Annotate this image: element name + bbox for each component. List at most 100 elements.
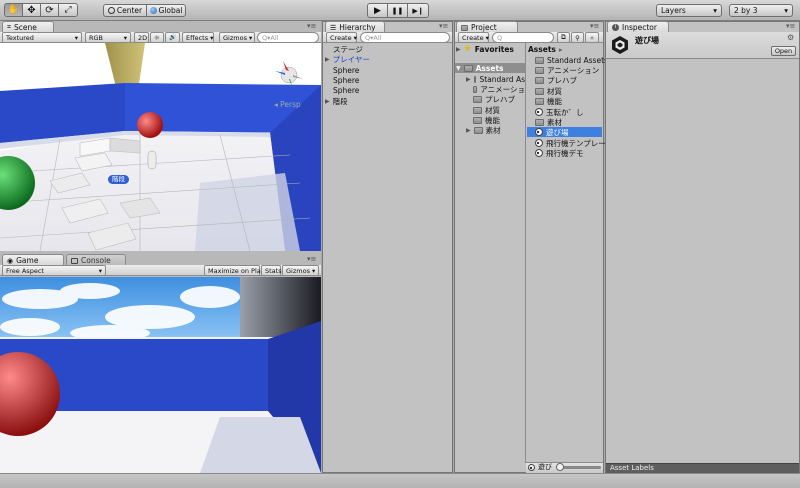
hierarchy-item[interactable]: ステージ xyxy=(333,44,363,54)
expand-arrow-icon[interactable]: ▶ xyxy=(466,76,471,83)
breadcrumb-assets[interactable]: Assets xyxy=(528,45,556,54)
project-file-item[interactable]: Standard Assets xyxy=(535,55,608,65)
gear-icon[interactable]: ⚙ xyxy=(787,33,794,42)
open-button[interactable]: Open xyxy=(771,46,796,56)
favorites-item[interactable]: ▶ ★ Favorites xyxy=(456,44,514,54)
project-file-item[interactable]: 材質 xyxy=(535,86,562,96)
tree-folder-item[interactable]: ▶ Standard As xyxy=(466,74,525,84)
search-by-label-button[interactable]: ⚲ xyxy=(571,32,584,43)
project-file-item[interactable]: 玉転か゛し xyxy=(535,107,584,117)
tree-folder-label: アニメーショ xyxy=(480,84,525,94)
mode-2d-toggle[interactable]: 2D xyxy=(134,32,149,43)
open-button-label: Open xyxy=(774,47,793,55)
hierarchy-item[interactable]: Sphere xyxy=(333,75,359,85)
hierarchy-item[interactable]: ▶ プレイヤー xyxy=(325,54,370,64)
hierarchy-item[interactable]: ▶ 階段 xyxy=(325,96,348,106)
project-file-item[interactable]: 飛行機デモ xyxy=(535,148,584,158)
console-icon xyxy=(71,257,78,264)
render-mode-dropdown[interactable]: Textured ▾ xyxy=(2,32,82,43)
inspector-panel-menu-icon[interactable]: ▾≡ xyxy=(786,22,795,30)
project-search-input[interactable]: Q xyxy=(492,32,554,43)
chevron-down-icon: ▾ xyxy=(311,266,316,275)
project-file-item[interactable]: 機能 xyxy=(535,96,562,106)
pivot-space-button[interactable]: Global xyxy=(146,4,186,17)
hierarchy-create-dropdown[interactable]: Create ▾ xyxy=(326,32,357,43)
scale-tool-button[interactable]: ⤢ xyxy=(58,3,78,17)
folder-icon xyxy=(473,75,477,83)
asset-labels-title: Asset Labels xyxy=(610,464,654,472)
hierarchy-search-placeholder: Q▾All xyxy=(365,33,382,42)
audio-toggle[interactable]: 🔊 xyxy=(165,32,180,43)
collapse-arrow-icon[interactable]: ▼ xyxy=(456,65,461,72)
hierarchy-item[interactable]: Sphere xyxy=(333,85,359,95)
hierarchy-item-label: プレイヤー xyxy=(332,54,370,64)
pause-button[interactable]: ❚❚ xyxy=(387,3,408,18)
play-icon: ▶ xyxy=(374,5,381,16)
scene-tab-icon: ⌗ xyxy=(7,23,11,31)
step-button[interactable]: ▶❙ xyxy=(407,3,429,18)
icon-size-slider-knob[interactable] xyxy=(556,463,564,471)
pivot-mode-button[interactable]: Center xyxy=(103,4,147,17)
expand-arrow-icon[interactable]: ▶ xyxy=(325,98,330,105)
tree-folder-item[interactable]: プレハブ xyxy=(473,94,515,104)
layers-dropdown[interactable]: Layers ▾ xyxy=(656,4,722,17)
expand-arrow-icon[interactable]: ▶ xyxy=(456,46,461,53)
folder-icon xyxy=(535,97,544,105)
move-tool-button[interactable]: ✥ xyxy=(22,3,41,17)
tree-folder-item[interactable]: アニメーショ xyxy=(473,84,525,94)
project-file-item[interactable]: 飛行機テンプレー xyxy=(535,138,606,148)
project-file-item[interactable]: アニメーション xyxy=(535,65,599,75)
color-mode-dropdown[interactable]: RGB ▾ xyxy=(85,32,131,43)
aspect-dropdown[interactable]: Free Aspect ▾ xyxy=(2,265,106,276)
hierarchy-icon: ☰ xyxy=(330,23,337,32)
project-create-dropdown[interactable]: Create ▾ xyxy=(458,32,489,43)
lighting-toggle[interactable]: ☼ xyxy=(150,32,164,43)
tree-folder-item[interactable]: ▶ 素材 xyxy=(466,125,501,135)
folder-icon xyxy=(473,116,482,124)
expand-arrow-icon[interactable]: ▶ xyxy=(325,56,330,63)
scene-gizmos-dropdown[interactable]: Gizmos ▾ xyxy=(219,32,255,43)
star-icon: ★ xyxy=(589,33,595,42)
inspector-asset-name: 遊び場 xyxy=(635,36,659,45)
layout-dropdown[interactable]: 2 by 3 ▾ xyxy=(729,4,793,17)
hierarchy-item-label: Sphere xyxy=(333,75,360,85)
folder-icon xyxy=(463,64,473,72)
tree-folder-item[interactable]: 材質 xyxy=(473,105,500,115)
project-file-item-selected[interactable]: 遊び場 xyxy=(527,127,602,137)
create-label: Create xyxy=(462,33,484,42)
hierarchy-item[interactable]: Sphere xyxy=(333,65,359,75)
tree-folder-item[interactable]: 機能 xyxy=(473,115,500,125)
project-file-item[interactable]: プレハブ xyxy=(535,75,577,85)
game-gizmos-dropdown[interactable]: Gizmos ▾ xyxy=(282,265,319,276)
scene-panel-menu-icon[interactable]: ▾≡ xyxy=(307,22,316,30)
chevron-down-icon: ▾ xyxy=(353,33,357,42)
move-tool-icon: ✥ xyxy=(27,4,36,16)
scene-search-input[interactable]: Q▾All xyxy=(257,32,319,43)
game-viewport[interactable] xyxy=(0,277,321,473)
search-by-type-button[interactable]: ⧉ xyxy=(557,32,570,43)
rotate-tool-icon: ⟳ xyxy=(45,4,54,16)
project-panel-menu-icon[interactable]: ▾≡ xyxy=(590,22,599,30)
play-button[interactable]: ▶ xyxy=(367,3,388,18)
breadcrumb: Assets ▸ xyxy=(528,44,563,54)
chevron-down-icon: ▾ xyxy=(784,6,788,15)
maximize-on-play-toggle[interactable]: Maximize on Play xyxy=(204,265,265,276)
unity-scene-icon xyxy=(535,108,543,116)
stats-toggle[interactable]: Stats xyxy=(261,265,282,276)
effects-dropdown[interactable]: Effects ▾ xyxy=(182,32,214,43)
rotate-tool-button[interactable]: ⟳ xyxy=(40,3,59,17)
hand-tool-button[interactable]: ✋ xyxy=(4,3,23,17)
hierarchy-item-label: Sphere xyxy=(333,85,360,95)
hierarchy-panel-menu-icon[interactable]: ▾≡ xyxy=(439,22,448,30)
project-splitter[interactable] xyxy=(525,43,526,463)
game-panel-menu-icon[interactable]: ▾≡ xyxy=(307,255,316,263)
favorite-search-button[interactable]: ★ xyxy=(585,32,599,43)
scene-viewport[interactable] xyxy=(0,43,321,251)
project-file-item[interactable]: 素材 xyxy=(535,117,562,127)
assets-root-item[interactable]: ▼ Assets xyxy=(455,63,525,73)
hierarchy-search-input[interactable]: Q▾All xyxy=(360,32,450,43)
expand-arrow-icon[interactable]: ▶ xyxy=(466,127,471,134)
persp-label[interactable]: ◂ Persp xyxy=(274,100,301,109)
mode-2d-label: 2D xyxy=(138,33,148,42)
red-sphere xyxy=(137,112,163,138)
